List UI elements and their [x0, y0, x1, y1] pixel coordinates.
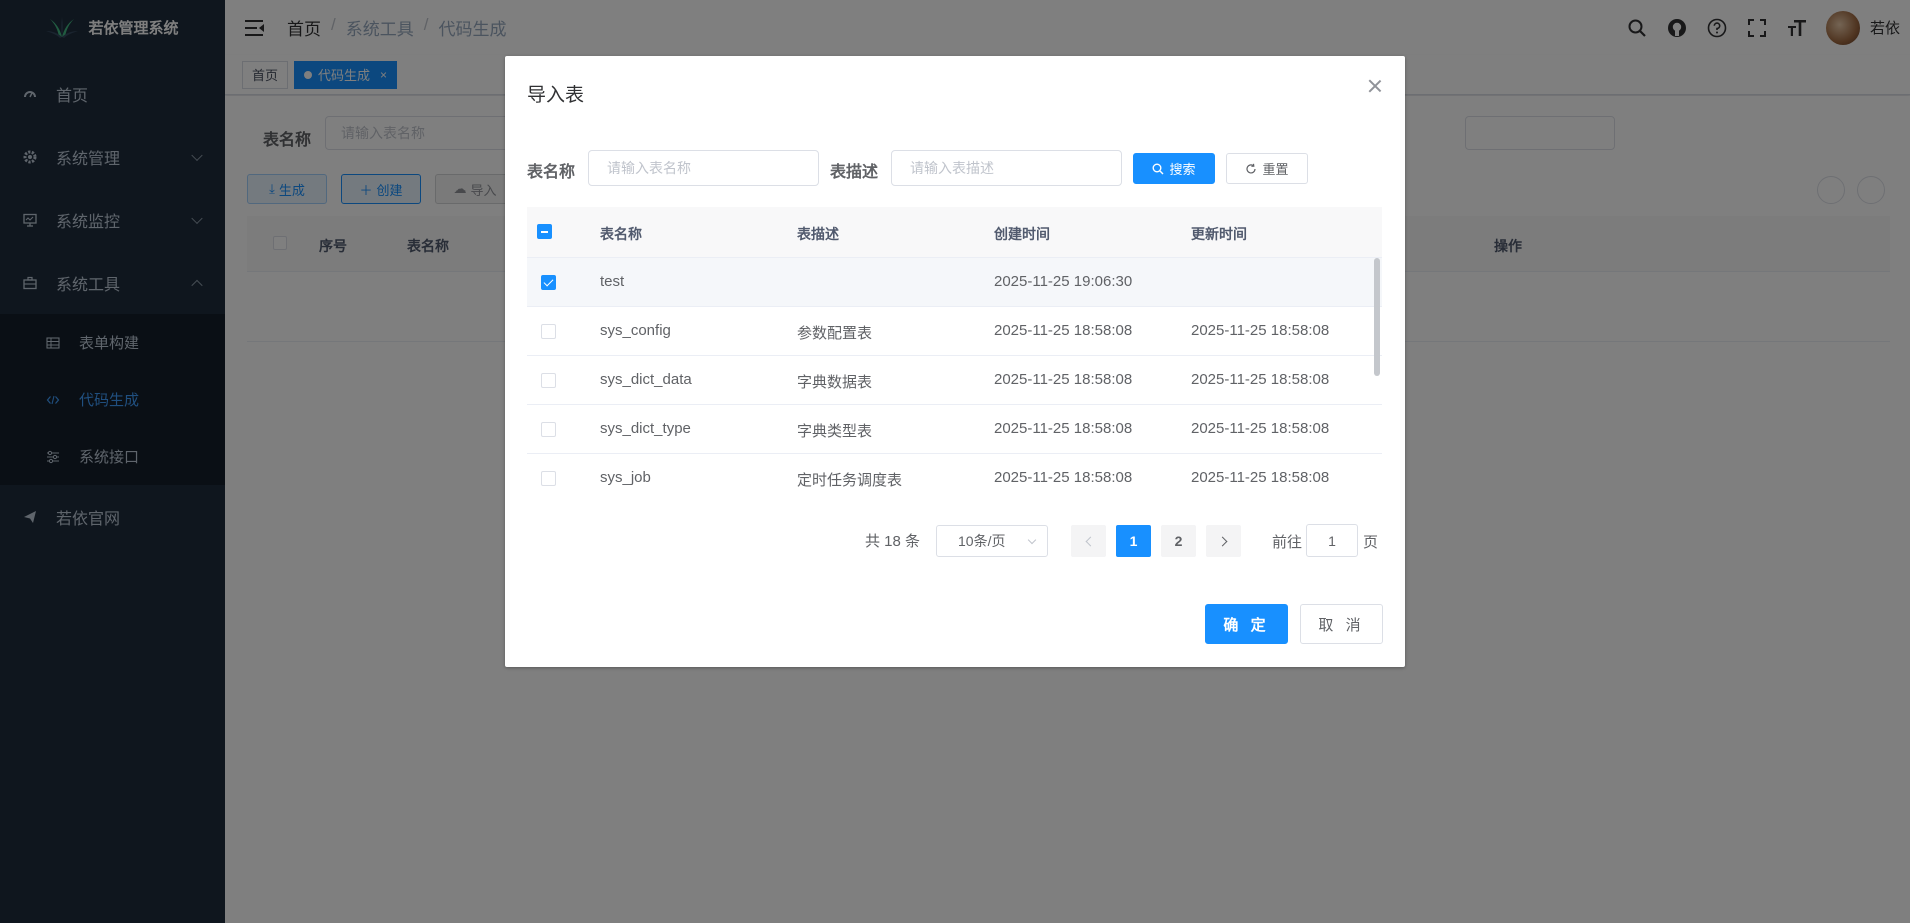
- page-size-select[interactable]: 10条/页: [936, 525, 1048, 557]
- chevron-left-icon: [1085, 536, 1095, 546]
- search-icon: [1152, 163, 1164, 174]
- cell-table-desc: 字典数据表: [797, 374, 873, 391]
- page-jump-input[interactable]: [1306, 524, 1358, 557]
- page-size-value: 10条/页: [958, 533, 1006, 549]
- table-header: 表名称 表描述 创建时间 更新时间: [527, 207, 1382, 258]
- import-table: 表名称 表描述 创建时间 更新时间 test 2025-11-25 19:06:…: [527, 207, 1382, 500]
- chevron-down-icon: [1027, 535, 1037, 545]
- cell-updated-time: 2025-11-25 18:58:08: [1191, 322, 1330, 339]
- row-checkbox[interactable]: [541, 373, 556, 388]
- search-button[interactable]: 搜索: [1133, 153, 1215, 184]
- row-checkbox[interactable]: [541, 471, 556, 486]
- table-row[interactable]: test 2025-11-25 19:06:30: [527, 258, 1382, 307]
- cell-created-time: 2025-11-25 18:58:08: [994, 322, 1133, 339]
- table-row[interactable]: sys_config 参数配置表 2025-11-25 18:58:08 202…: [527, 307, 1382, 356]
- column-header-desc: 表描述: [797, 226, 839, 242]
- reset-button[interactable]: 重置: [1226, 153, 1308, 184]
- import-table-dialog: 导入表 表名称 表描述 搜索 重置 表名称 表描述 创建时间 更新时间 test…: [505, 56, 1405, 667]
- select-all-checkbox[interactable]: [537, 224, 552, 239]
- cell-table-name: sys_config: [600, 322, 671, 339]
- table-scrollbar[interactable]: [1374, 258, 1380, 500]
- cell-updated-time: 2025-11-25 18:58:08: [1191, 371, 1330, 388]
- column-header-name: 表名称: [600, 226, 642, 242]
- goto-label: 前往: [1272, 534, 1303, 551]
- cell-table-name: sys_dict_type: [600, 420, 691, 437]
- table-desc-label: 表描述: [830, 164, 879, 181]
- button-label: 搜索: [1169, 162, 1196, 177]
- table-row[interactable]: sys_dict_data 字典数据表 2025-11-25 18:58:08 …: [527, 356, 1382, 405]
- dialog-title: 导入表: [527, 85, 585, 106]
- cell-table-name: test: [600, 273, 625, 290]
- cell-created-time: 2025-11-25 18:58:08: [994, 371, 1133, 388]
- row-checkbox[interactable]: [541, 324, 556, 339]
- cell-table-desc: 字典类型表: [797, 423, 873, 440]
- cell-updated-time: 2025-11-25 18:58:08: [1191, 420, 1330, 437]
- column-header-created: 创建时间: [994, 226, 1050, 242]
- page-button-2[interactable]: 2: [1161, 525, 1196, 557]
- table-name-input[interactable]: [588, 150, 819, 186]
- column-header-updated: 更新时间: [1191, 226, 1247, 242]
- cell-table-name: sys_job: [600, 469, 651, 486]
- refresh-icon: [1246, 163, 1257, 173]
- prev-page-button[interactable]: [1071, 525, 1106, 557]
- cell-table-desc: 定时任务调度表: [797, 472, 903, 489]
- table-row[interactable]: sys_job 定时任务调度表 2025-11-25 18:58:08 2025…: [527, 454, 1382, 500]
- chevron-right-icon: [1217, 536, 1227, 546]
- cell-table-name: sys_dict_data: [600, 371, 692, 388]
- cell-created-time: 2025-11-25 19:06:30: [994, 273, 1133, 290]
- cell-table-desc: 参数配置表: [797, 325, 873, 342]
- table-desc-input[interactable]: [891, 150, 1122, 186]
- close-icon[interactable]: [1367, 78, 1383, 94]
- table-row[interactable]: sys_dict_type 字典类型表 2025-11-25 18:58:08 …: [527, 405, 1382, 454]
- cancel-button[interactable]: 取 消: [1300, 604, 1383, 644]
- cell-updated-time: 2025-11-25 18:58:08: [1191, 469, 1330, 486]
- cell-created-time: 2025-11-25 18:58:08: [994, 469, 1133, 486]
- page-button-1[interactable]: 1: [1116, 525, 1151, 557]
- table-name-label: 表名称: [527, 164, 576, 181]
- scrollbar-thumb[interactable]: [1374, 258, 1380, 376]
- page-suffix-label: 页: [1363, 534, 1379, 551]
- pagination-total: 共 18 条: [865, 533, 921, 550]
- button-label: 重置: [1262, 162, 1289, 177]
- row-checkbox[interactable]: [541, 422, 556, 437]
- row-checkbox[interactable]: [541, 275, 556, 290]
- confirm-button[interactable]: 确 定: [1205, 604, 1288, 644]
- next-page-button[interactable]: [1206, 525, 1241, 557]
- cell-created-time: 2025-11-25 18:58:08: [994, 420, 1133, 437]
